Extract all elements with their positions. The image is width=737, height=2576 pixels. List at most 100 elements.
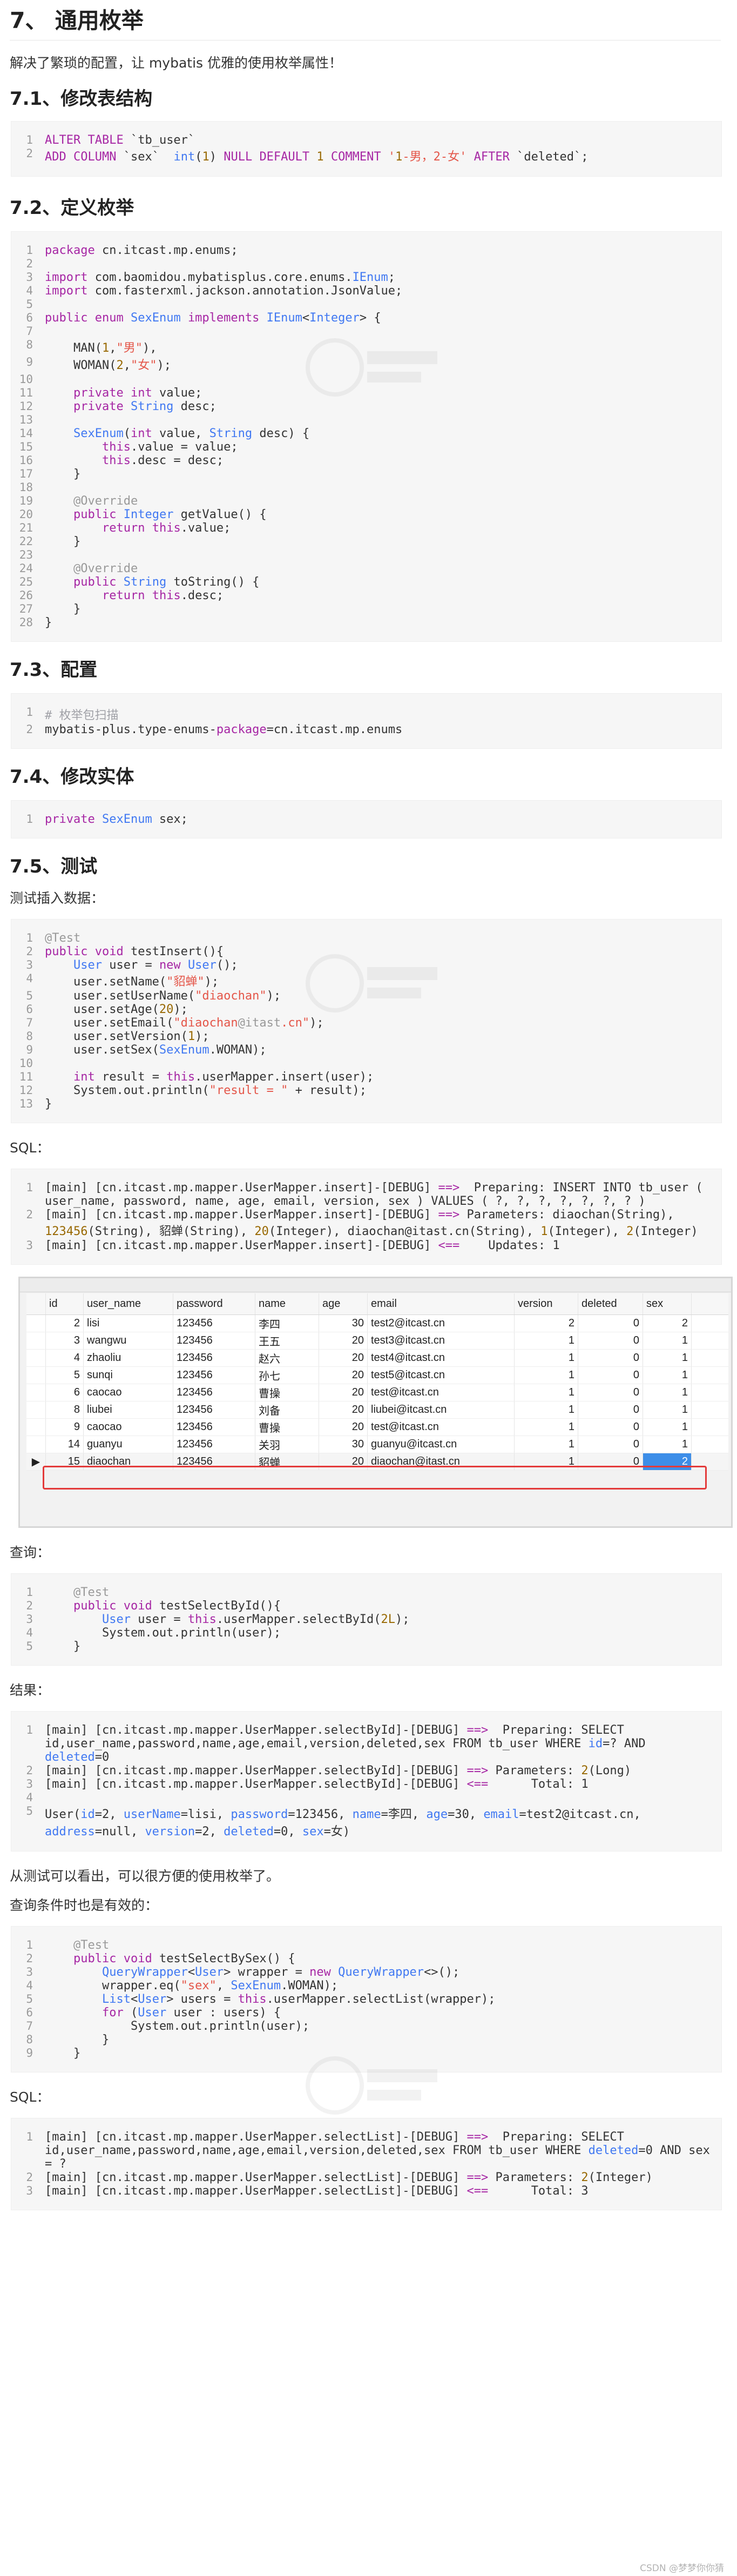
- grid-filler: [692, 1332, 728, 1349]
- cell-password[interactable]: 123456: [173, 1401, 255, 1418]
- line-number: 28: [19, 616, 33, 629]
- cell-password[interactable]: 123456: [173, 1332, 255, 1349]
- cell-user-name[interactable]: lisi: [84, 1315, 173, 1332]
- table-row[interactable]: 14 guanyu 123456 关羽 30 guanyu@itcast.cn 1 0 1: [26, 1436, 728, 1453]
- cell-name[interactable]: 曹操: [255, 1419, 319, 1435]
- cell-password[interactable]: 123456: [173, 1384, 255, 1401]
- cell-password[interactable]: 123456: [173, 1436, 255, 1453]
- cell-age[interactable]: 20: [319, 1384, 368, 1401]
- cell-name[interactable]: 关羽: [255, 1436, 319, 1453]
- column-header-id[interactable]: id: [46, 1293, 84, 1314]
- cell-name[interactable]: 刘备: [255, 1401, 319, 1418]
- cell-user-name[interactable]: sunqi: [84, 1367, 173, 1384]
- cell-age[interactable]: 20: [319, 1367, 368, 1384]
- cell-password[interactable]: 123456: [173, 1350, 255, 1366]
- cell-id[interactable]: 6: [46, 1384, 84, 1401]
- table-row[interactable]: 9 caocao 123456 曹操 20 test@itcast.cn 1 0 1: [26, 1419, 728, 1436]
- cell-name[interactable]: 王五: [255, 1332, 319, 1349]
- cell-email[interactable]: test2@itcast.cn: [368, 1315, 515, 1332]
- cell-email[interactable]: test5@itcast.cn: [368, 1367, 515, 1384]
- cell-deleted[interactable]: 0: [578, 1419, 643, 1435]
- cell-version[interactable]: 2: [515, 1315, 578, 1332]
- cell-id[interactable]: 5: [46, 1367, 84, 1384]
- cell-name[interactable]: 孙七: [255, 1367, 319, 1384]
- cell-age[interactable]: 30: [319, 1436, 368, 1453]
- cell-sex[interactable]: 2: [643, 1315, 692, 1332]
- cell-sex[interactable]: 1: [643, 1367, 692, 1384]
- cell-user-name[interactable]: caocao: [84, 1419, 173, 1435]
- cell-name[interactable]: 李四: [255, 1315, 319, 1332]
- cell-sex[interactable]: 1: [643, 1436, 692, 1453]
- cell-sex[interactable]: 1: [643, 1401, 692, 1418]
- table-row[interactable]: 8 liubei 123456 刘备 20 liubei@itcast.cn 1 0 1: [26, 1401, 728, 1419]
- code-line: 18: [11, 481, 721, 494]
- column-header-email[interactable]: email: [368, 1293, 515, 1314]
- cell-deleted[interactable]: 0: [578, 1315, 643, 1332]
- cell-email[interactable]: liubei@itcast.cn: [368, 1401, 515, 1418]
- cell-name[interactable]: 曹操: [255, 1384, 319, 1401]
- cell-age[interactable]: 20: [319, 1419, 368, 1435]
- cell-user-name[interactable]: caocao: [84, 1384, 173, 1401]
- cell-version[interactable]: 1: [515, 1350, 578, 1366]
- column-header-user-name[interactable]: user_name: [84, 1293, 173, 1314]
- cell-sex[interactable]: 1: [643, 1419, 692, 1435]
- code-text: ALTER TABLE `tb_user`: [45, 133, 195, 147]
- cell-user-name[interactable]: wangwu: [84, 1332, 173, 1349]
- code-block-sql-insert-log: 1 [main] [cn.itcast.mp.mapper.UserMapper.…: [11, 1169, 722, 1265]
- cell-email[interactable]: test@itcast.cn: [368, 1419, 515, 1435]
- column-header-age[interactable]: age: [319, 1293, 368, 1314]
- table-row[interactable]: 5 sunqi 123456 孙七 20 test5@itcast.cn 1 0 1: [26, 1367, 728, 1384]
- cell-version[interactable]: 1: [515, 1384, 578, 1401]
- cell-deleted[interactable]: 0: [578, 1384, 643, 1401]
- cell-email[interactable]: test@itcast.cn: [368, 1384, 515, 1401]
- table-row[interactable]: 6 caocao 123456 曹操 20 test@itcast.cn 1 0 1: [26, 1384, 728, 1401]
- code-block-sql-list-log: 1 [main] [cn.itcast.mp.mapper.UserMapper.…: [11, 2118, 722, 2210]
- cell-id[interactable]: 8: [46, 1401, 84, 1418]
- cell-name[interactable]: 赵六: [255, 1350, 319, 1366]
- cell-sex[interactable]: 1: [643, 1332, 692, 1349]
- column-header-version[interactable]: version: [515, 1293, 578, 1314]
- cell-password[interactable]: 123456: [173, 1367, 255, 1384]
- column-header-deleted[interactable]: deleted: [578, 1293, 643, 1314]
- line-number: 21: [19, 521, 33, 534]
- cell-email[interactable]: test4@itcast.cn: [368, 1350, 515, 1366]
- cell-password[interactable]: 123456: [173, 1419, 255, 1435]
- cell-age[interactable]: 20: [319, 1401, 368, 1418]
- table-row[interactable]: 4 zhaoliu 123456 赵六 20 test4@itcast.cn 1 0 1: [26, 1350, 728, 1367]
- cell-version[interactable]: 1: [515, 1332, 578, 1349]
- cell-age[interactable]: 30: [319, 1315, 368, 1332]
- column-header-password[interactable]: password: [173, 1293, 255, 1314]
- cell-id[interactable]: 4: [46, 1350, 84, 1366]
- table-row[interactable]: 2 lisi 123456 李四 30 test2@itcast.cn 2 0 2: [26, 1315, 728, 1332]
- cell-version[interactable]: 1: [515, 1367, 578, 1384]
- cell-version[interactable]: 1: [515, 1436, 578, 1453]
- code-text: }: [45, 535, 81, 548]
- cell-version[interactable]: 1: [515, 1419, 578, 1435]
- cell-deleted[interactable]: 0: [578, 1332, 643, 1349]
- cell-sex[interactable]: 1: [643, 1384, 692, 1401]
- cell-user-name[interactable]: zhaoliu: [84, 1350, 173, 1366]
- cell-deleted[interactable]: 0: [578, 1350, 643, 1366]
- table-row[interactable]: 3 wangwu 123456 王五 20 test3@itcast.cn 1 0 1: [26, 1332, 728, 1350]
- line-number: 5: [26, 989, 33, 1002]
- cell-version[interactable]: 1: [515, 1401, 578, 1418]
- cell-sex[interactable]: 1: [643, 1350, 692, 1366]
- cell-deleted[interactable]: 0: [578, 1436, 643, 1453]
- cell-age[interactable]: 20: [319, 1332, 368, 1349]
- column-header-sex[interactable]: sex: [643, 1293, 692, 1314]
- line-number: 13: [19, 413, 33, 426]
- cell-user-name[interactable]: liubei: [84, 1401, 173, 1418]
- cell-id[interactable]: 3: [46, 1332, 84, 1349]
- column-header-name[interactable]: name: [255, 1293, 319, 1314]
- cell-id[interactable]: 2: [46, 1315, 84, 1332]
- cell-id[interactable]: 14: [46, 1436, 84, 1453]
- cell-password[interactable]: 123456: [173, 1315, 255, 1332]
- cell-deleted[interactable]: 0: [578, 1401, 643, 1418]
- cell-email[interactable]: test3@itcast.cn: [368, 1332, 515, 1349]
- cell-age[interactable]: 20: [319, 1350, 368, 1366]
- cell-user-name[interactable]: guanyu: [84, 1436, 173, 1453]
- cell-id[interactable]: 9: [46, 1419, 84, 1435]
- cell-deleted[interactable]: 0: [578, 1367, 643, 1384]
- code-line: 3 User user = new User();: [11, 958, 721, 972]
- cell-email[interactable]: guanyu@itcast.cn: [368, 1436, 515, 1453]
